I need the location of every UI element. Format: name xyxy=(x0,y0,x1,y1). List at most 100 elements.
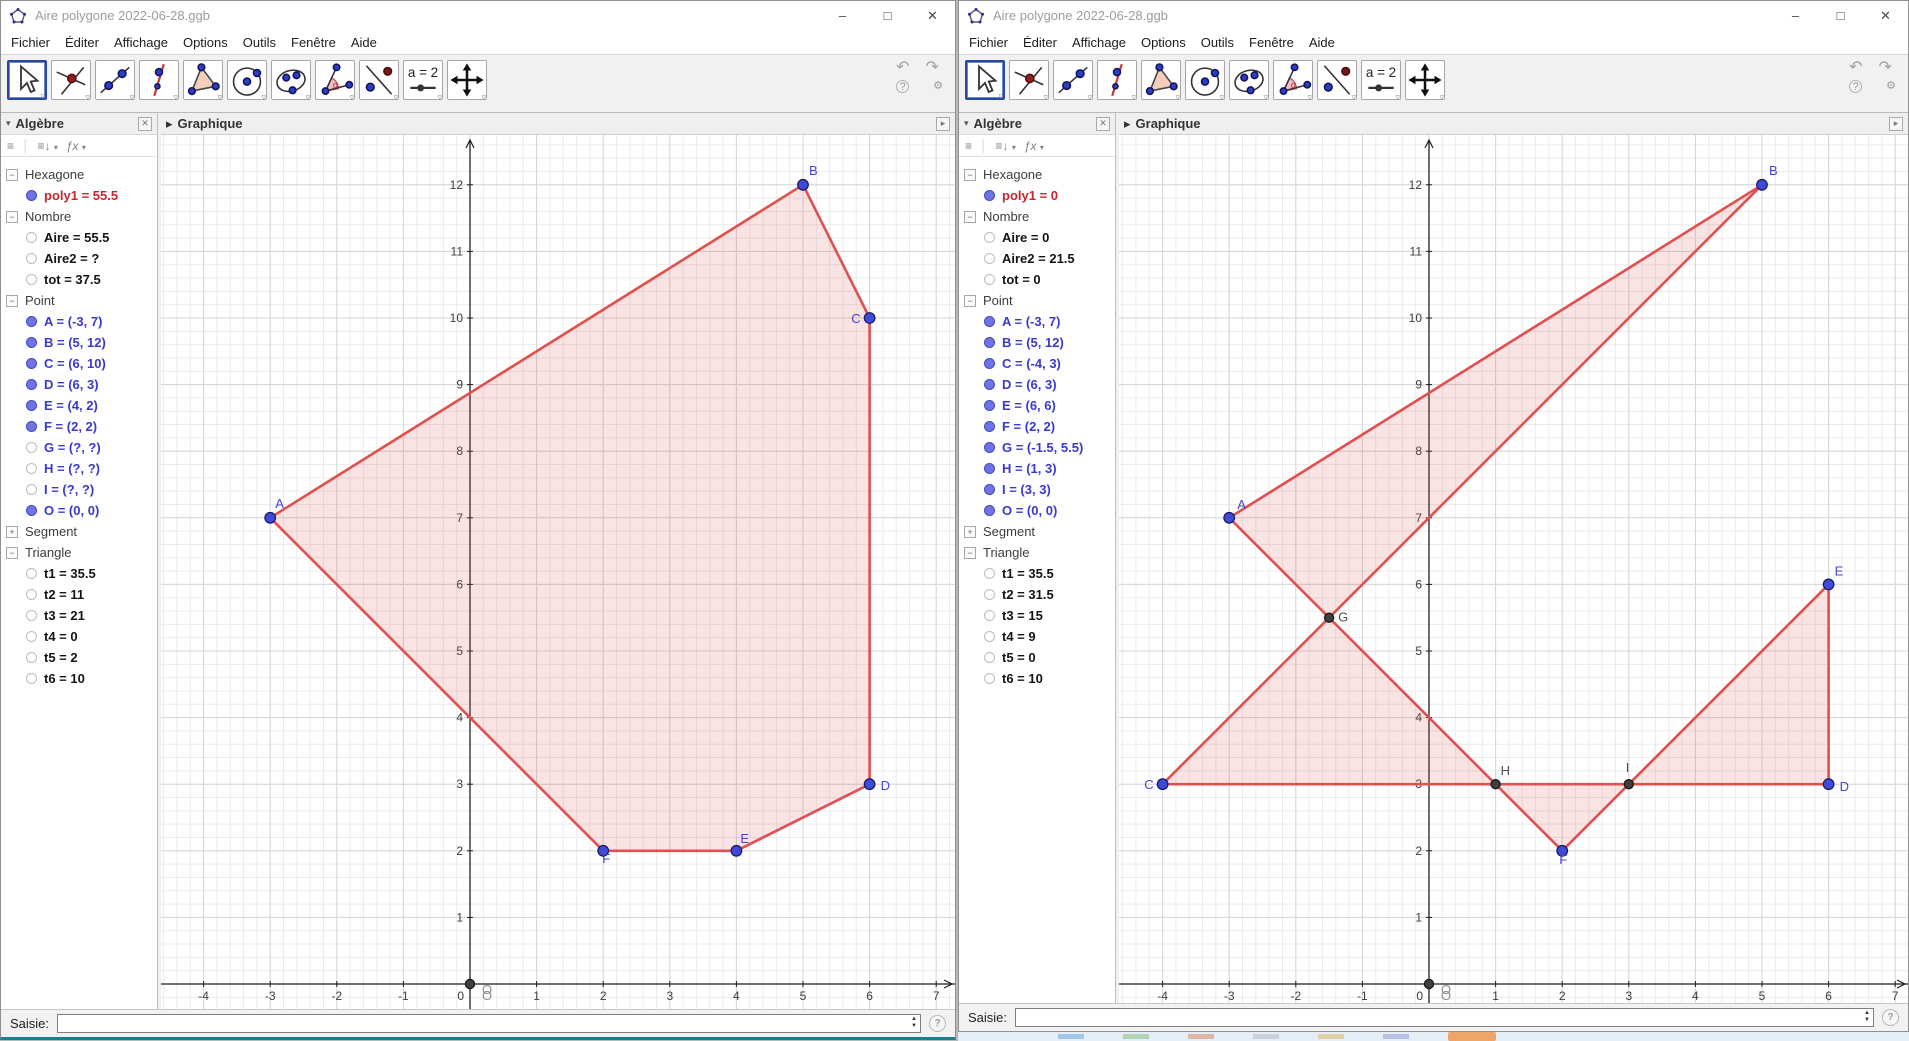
graph-point-D[interactable] xyxy=(1822,778,1835,791)
visibility-dot[interactable] xyxy=(26,631,37,642)
algebra-item-d[interactable]: D = (6, 3) xyxy=(1,374,157,395)
graph-point-I[interactable] xyxy=(1623,779,1634,790)
menu-item-outils[interactable]: Outils xyxy=(1201,35,1234,50)
tool-dropdown-icon[interactable]: ▿ xyxy=(85,93,90,102)
tool-dropdown-icon[interactable]: ▿ xyxy=(217,93,222,102)
visibility-dot[interactable] xyxy=(984,463,995,474)
algebra-item-e[interactable]: E = (6, 6) xyxy=(959,395,1115,416)
menu-item-fichier[interactable]: Fichier xyxy=(969,35,1008,50)
titlebar[interactable]: Aire polygone 2022-06-28.ggb – □ ✕ xyxy=(1,1,955,30)
tool-dropdown-icon[interactable]: ▿ xyxy=(1307,93,1312,102)
menu-item-editer[interactable]: Éditer xyxy=(65,35,99,50)
visibility-dot[interactable] xyxy=(26,379,37,390)
algebra-item-t2[interactable]: t2 = 31.5 xyxy=(959,584,1115,605)
algebra-item-h[interactable]: H = (?, ?) xyxy=(1,458,157,479)
algebra-item-f[interactable]: F = (2, 2) xyxy=(1,416,157,437)
menu-item-options[interactable]: Options xyxy=(183,35,228,50)
visibility-dot[interactable] xyxy=(984,316,995,327)
toolbar-conic-tool[interactable]: ▿ xyxy=(1229,60,1269,102)
visibility-dot[interactable] xyxy=(984,274,995,285)
algebra-item-tot[interactable]: tot = 0 xyxy=(959,269,1115,290)
visibility-dot[interactable] xyxy=(26,568,37,579)
algebra-section-segment[interactable]: + Segment xyxy=(1,521,157,542)
tool-dropdown-icon[interactable]: ▿ xyxy=(261,93,266,102)
algebra-item-t1[interactable]: t1 = 35.5 xyxy=(1,563,157,584)
toolbar-perpendicular-line-tool[interactable]: ▿ xyxy=(1097,60,1137,102)
visibility-dot[interactable] xyxy=(984,610,995,621)
taskbar-app-icon[interactable] xyxy=(1058,1034,1084,1039)
visibility-dot[interactable] xyxy=(984,400,995,411)
visibility-dot[interactable] xyxy=(26,421,37,432)
toolbar-slider-tool[interactable]: a = 2 ▿ xyxy=(1361,60,1401,102)
tool-dropdown-icon[interactable]: ▿ xyxy=(1395,93,1400,102)
aux-objects-icon[interactable]: ≡ xyxy=(965,139,972,153)
input-help-button[interactable]: ? xyxy=(929,1015,946,1032)
algebra-item-t4[interactable]: t4 = 9 xyxy=(959,626,1115,647)
section-toggle-icon[interactable]: − xyxy=(6,294,18,307)
visibility-dot[interactable] xyxy=(26,190,37,201)
tool-dropdown-icon[interactable]: ▿ xyxy=(481,93,486,102)
visibility-dot[interactable] xyxy=(984,505,995,516)
algebra-item-i[interactable]: I = (?, ?) xyxy=(1,479,157,500)
toolbar-point-tool[interactable]: ▿ xyxy=(51,60,91,102)
section-toggle-icon[interactable]: + xyxy=(6,525,18,538)
graph-point-E[interactable] xyxy=(730,844,743,857)
expand-view-icon[interactable]: ▸ xyxy=(1889,116,1903,131)
toolbar-move-tool[interactable]: ▿ xyxy=(965,60,1005,101)
algebra-item-aire2[interactable]: Aire2 = ? xyxy=(1,248,157,269)
tool-dropdown-icon[interactable]: ▿ xyxy=(1087,93,1092,102)
help-icon[interactable]: ? xyxy=(1849,80,1863,93)
toolbar-angle-tool[interactable]: α ▿ xyxy=(1273,60,1313,102)
undo-button[interactable]: ↶ xyxy=(896,59,909,77)
section-toggle-icon[interactable]: − xyxy=(6,210,18,223)
section-toggle-icon[interactable]: − xyxy=(964,294,976,307)
algebra-item-t3[interactable]: t3 = 21 xyxy=(1,605,157,626)
algebra-item-c[interactable]: C = (6, 10) xyxy=(1,353,157,374)
algebra-item-aire[interactable]: Aire = 55.5 xyxy=(1,227,157,248)
command-input[interactable]: ▲ ▼ xyxy=(57,1014,921,1033)
expand-view-icon[interactable]: ▸ xyxy=(936,116,950,131)
algebra-item-a[interactable]: A = (-3, 7) xyxy=(1,311,157,332)
minimize-button[interactable]: – xyxy=(1773,1,1818,30)
toolbar-polygon-tool[interactable]: ▿ xyxy=(183,60,223,102)
visibility-dot[interactable] xyxy=(26,253,37,264)
algebra-item-f[interactable]: F = (2, 2) xyxy=(959,416,1115,437)
algebra-section-triangle[interactable]: − Triangle xyxy=(1,542,157,563)
toolbar-angle-tool[interactable]: α ▿ xyxy=(315,60,355,102)
visibility-dot[interactable] xyxy=(984,589,995,600)
algebra-close-icon[interactable]: ✕ xyxy=(1096,116,1110,131)
graph-point-B[interactable] xyxy=(1756,178,1768,191)
graph-canvas[interactable]: -4-3-2-101234567123456789101112OABCDEFGH… xyxy=(1119,135,1908,1003)
fx-icon[interactable]: ƒx ▾ xyxy=(66,139,86,153)
visibility-dot[interactable] xyxy=(984,421,995,432)
visibility-dot[interactable] xyxy=(984,631,995,642)
toolbar-perpendicular-line-tool[interactable]: ▿ xyxy=(139,60,179,102)
menu-item-aide[interactable]: Aide xyxy=(351,35,377,50)
tool-dropdown-icon[interactable]: ▿ xyxy=(173,93,178,102)
settings-gear-icon[interactable]: ⚙ xyxy=(1886,80,1896,93)
visibility-dot[interactable] xyxy=(984,337,995,348)
taskbar-active-app[interactable] xyxy=(1448,1032,1496,1041)
algebra-item-o[interactable]: O = (0, 0) xyxy=(1,500,157,521)
toolbar-point-tool[interactable]: ▿ xyxy=(1009,60,1049,102)
maximize-button[interactable]: □ xyxy=(865,1,910,30)
visibility-dot[interactable] xyxy=(26,610,37,621)
graph-point-C[interactable] xyxy=(1156,778,1169,791)
visibility-dot[interactable] xyxy=(984,568,995,579)
taskbar-app-icon[interactable] xyxy=(1318,1034,1344,1039)
tool-dropdown-icon[interactable]: ▿ xyxy=(1175,93,1180,102)
algebra-section-triangle[interactable]: − Triangle xyxy=(959,542,1115,563)
input-spinner[interactable]: ▲ ▼ xyxy=(1864,1010,1870,1024)
menu-item-fenetre[interactable]: Fenêtre xyxy=(1249,35,1294,50)
algebra-item-poly1[interactable]: poly1 = 55.5 xyxy=(1,185,157,206)
algebra-item-poly1[interactable]: poly1 = 0 xyxy=(959,185,1115,206)
algebra-item-h[interactable]: H = (1, 3) xyxy=(959,458,1115,479)
section-toggle-icon[interactable]: − xyxy=(964,168,976,181)
taskbar-app-icon[interactable] xyxy=(1123,1034,1149,1039)
help-icon[interactable]: ? xyxy=(896,80,910,93)
menu-item-aide[interactable]: Aide xyxy=(1309,35,1335,50)
visibility-dot[interactable] xyxy=(984,673,995,684)
tool-dropdown-icon[interactable]: ▿ xyxy=(393,93,398,102)
algebra-close-icon[interactable]: ✕ xyxy=(138,116,152,131)
graph-point-G[interactable] xyxy=(1323,612,1335,623)
